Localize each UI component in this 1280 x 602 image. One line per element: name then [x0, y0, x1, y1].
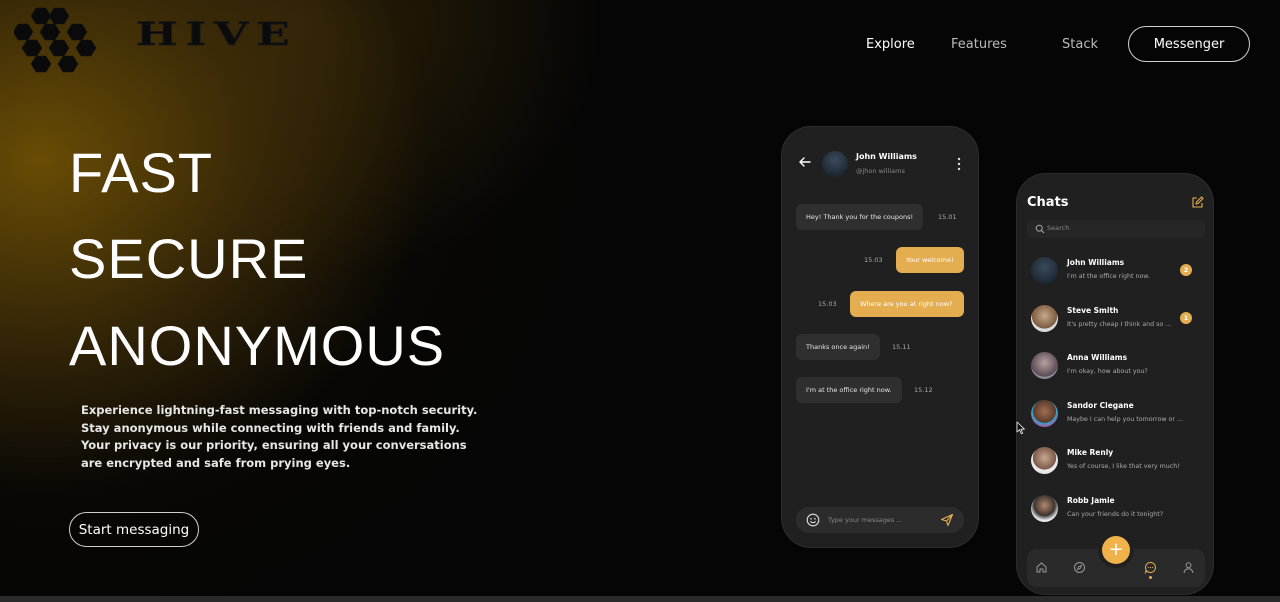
- active-indicator: [1149, 576, 1152, 579]
- contact-handle: @jhon williams: [856, 167, 905, 175]
- chat-name: Steve Smith: [1067, 306, 1119, 315]
- chat-preview: Yes of course, I like that very much!: [1067, 463, 1180, 470]
- unread-badge: 2: [1180, 264, 1192, 276]
- emoji-icon[interactable]: [806, 513, 820, 527]
- avatar[interactable]: [822, 151, 848, 177]
- nav-explore[interactable]: Explore: [866, 37, 915, 52]
- message-time: 15.12: [914, 386, 933, 394]
- avatar: [1031, 352, 1058, 379]
- more-vertical-icon[interactable]: [957, 157, 961, 171]
- send-icon[interactable]: [940, 513, 954, 527]
- avatar: [1031, 447, 1058, 474]
- hero-description: Experience lightning-fast messaging with…: [81, 402, 478, 472]
- chats-phone-mockup: Chats Search John Williams I'm at the of…: [1016, 173, 1214, 595]
- message-bubble-outgoing[interactable]: Your welcome!: [896, 247, 964, 273]
- edit-icon[interactable]: [1191, 196, 1204, 209]
- chat-list-item[interactable]: Anna Williams I'm okay, how about you?: [1017, 345, 1213, 389]
- message-bubble-incoming[interactable]: Thanks once again!: [796, 334, 880, 360]
- chat-bubble-icon[interactable]: [1144, 561, 1157, 574]
- chat-preview: It's pretty cheap I think and so ...: [1067, 321, 1172, 328]
- chat-list-item[interactable]: Robb Jamie Can your friends do it tonigh…: [1017, 488, 1213, 532]
- bottom-scroll-bar: [0, 596, 1280, 602]
- hero-line-fast: FAST: [69, 141, 214, 204]
- avatar: [1031, 495, 1058, 522]
- message-bubble-incoming[interactable]: Hey! Thank you for the coupons!: [796, 204, 924, 230]
- chat-list-item[interactable]: Mike Renly Yes of course, I like that ve…: [1017, 440, 1213, 484]
- unread-badge: 1: [1180, 312, 1192, 324]
- message-input[interactable]: Type your messages ...: [796, 507, 964, 533]
- chat-name: Mike Renly: [1067, 448, 1114, 457]
- chat-list-item[interactable]: Steve Smith It's pretty cheap I think an…: [1017, 298, 1213, 342]
- user-icon[interactable]: [1182, 561, 1195, 574]
- chat-preview: I'm at the office right now.: [1067, 273, 1150, 280]
- home-icon[interactable]: [1035, 561, 1048, 574]
- chat-preview: Can your friends do it tonight?: [1067, 511, 1164, 518]
- nav-stack[interactable]: Stack: [1062, 37, 1098, 52]
- chat-list-item[interactable]: Sandor Clegane Maybe I can help you tomo…: [1017, 393, 1213, 437]
- search-icon: [1035, 224, 1045, 234]
- chat-name: Sandor Clegane: [1067, 401, 1134, 410]
- back-arrow-icon[interactable]: [798, 155, 812, 169]
- honeycomb-logo-icon[interactable]: [14, 6, 98, 76]
- search-input[interactable]: Search: [1027, 220, 1205, 238]
- message-time: 15.11: [892, 343, 911, 351]
- chat-phone-mockup: John Williams @jhon williams Hey! Thank …: [781, 126, 979, 548]
- avatar: [1031, 305, 1058, 332]
- hero-line-secure: SECURE: [69, 227, 309, 290]
- new-chat-button[interactable]: +: [1102, 536, 1130, 564]
- message-time: 15.01: [938, 213, 957, 221]
- avatar: [1031, 400, 1058, 427]
- description-line: Your privacy is our priority, ensuring a…: [81, 438, 467, 453]
- hero-line-anonymous: ANONYMOUS: [69, 314, 446, 377]
- chat-name: John Williams: [1067, 258, 1125, 267]
- brand-wordmark[interactable]: HIVE: [136, 16, 298, 53]
- chat-name: Robb Jamie: [1067, 496, 1115, 505]
- message-input-placeholder: Type your messages ...: [828, 516, 903, 524]
- compass-icon[interactable]: [1073, 561, 1086, 574]
- description-line: Experience lightning-fast messaging with…: [81, 403, 478, 417]
- chat-list-item[interactable]: John Williams I'm at the office right no…: [1017, 250, 1213, 294]
- description-line: are encrypted and safe from prying eyes.: [81, 455, 351, 470]
- description-line: Stay anonymous while connecting with fri…: [81, 420, 460, 435]
- search-placeholder: Search: [1047, 224, 1070, 232]
- message-bubble-outgoing[interactable]: Where are you at right now?: [850, 291, 964, 317]
- chat-name: Anna Williams: [1067, 353, 1128, 362]
- messenger-button[interactable]: Messenger: [1128, 26, 1250, 62]
- contact-name: John Williams: [856, 152, 917, 161]
- chat-preview: Maybe I can help you tomorrow or ...: [1067, 416, 1183, 423]
- start-messaging-button[interactable]: Start messaging: [69, 512, 199, 547]
- nav-features[interactable]: Features: [951, 37, 1007, 52]
- avatar: [1031, 257, 1058, 284]
- message-time: 15.03: [818, 300, 837, 308]
- chats-title: Chats: [1027, 195, 1069, 210]
- message-bubble-incoming[interactable]: I'm at the office right now.: [796, 377, 902, 403]
- message-time: 15.03: [864, 256, 883, 264]
- chat-preview: I'm okay, how about you?: [1067, 368, 1148, 375]
- cursor-icon: [1016, 421, 1025, 435]
